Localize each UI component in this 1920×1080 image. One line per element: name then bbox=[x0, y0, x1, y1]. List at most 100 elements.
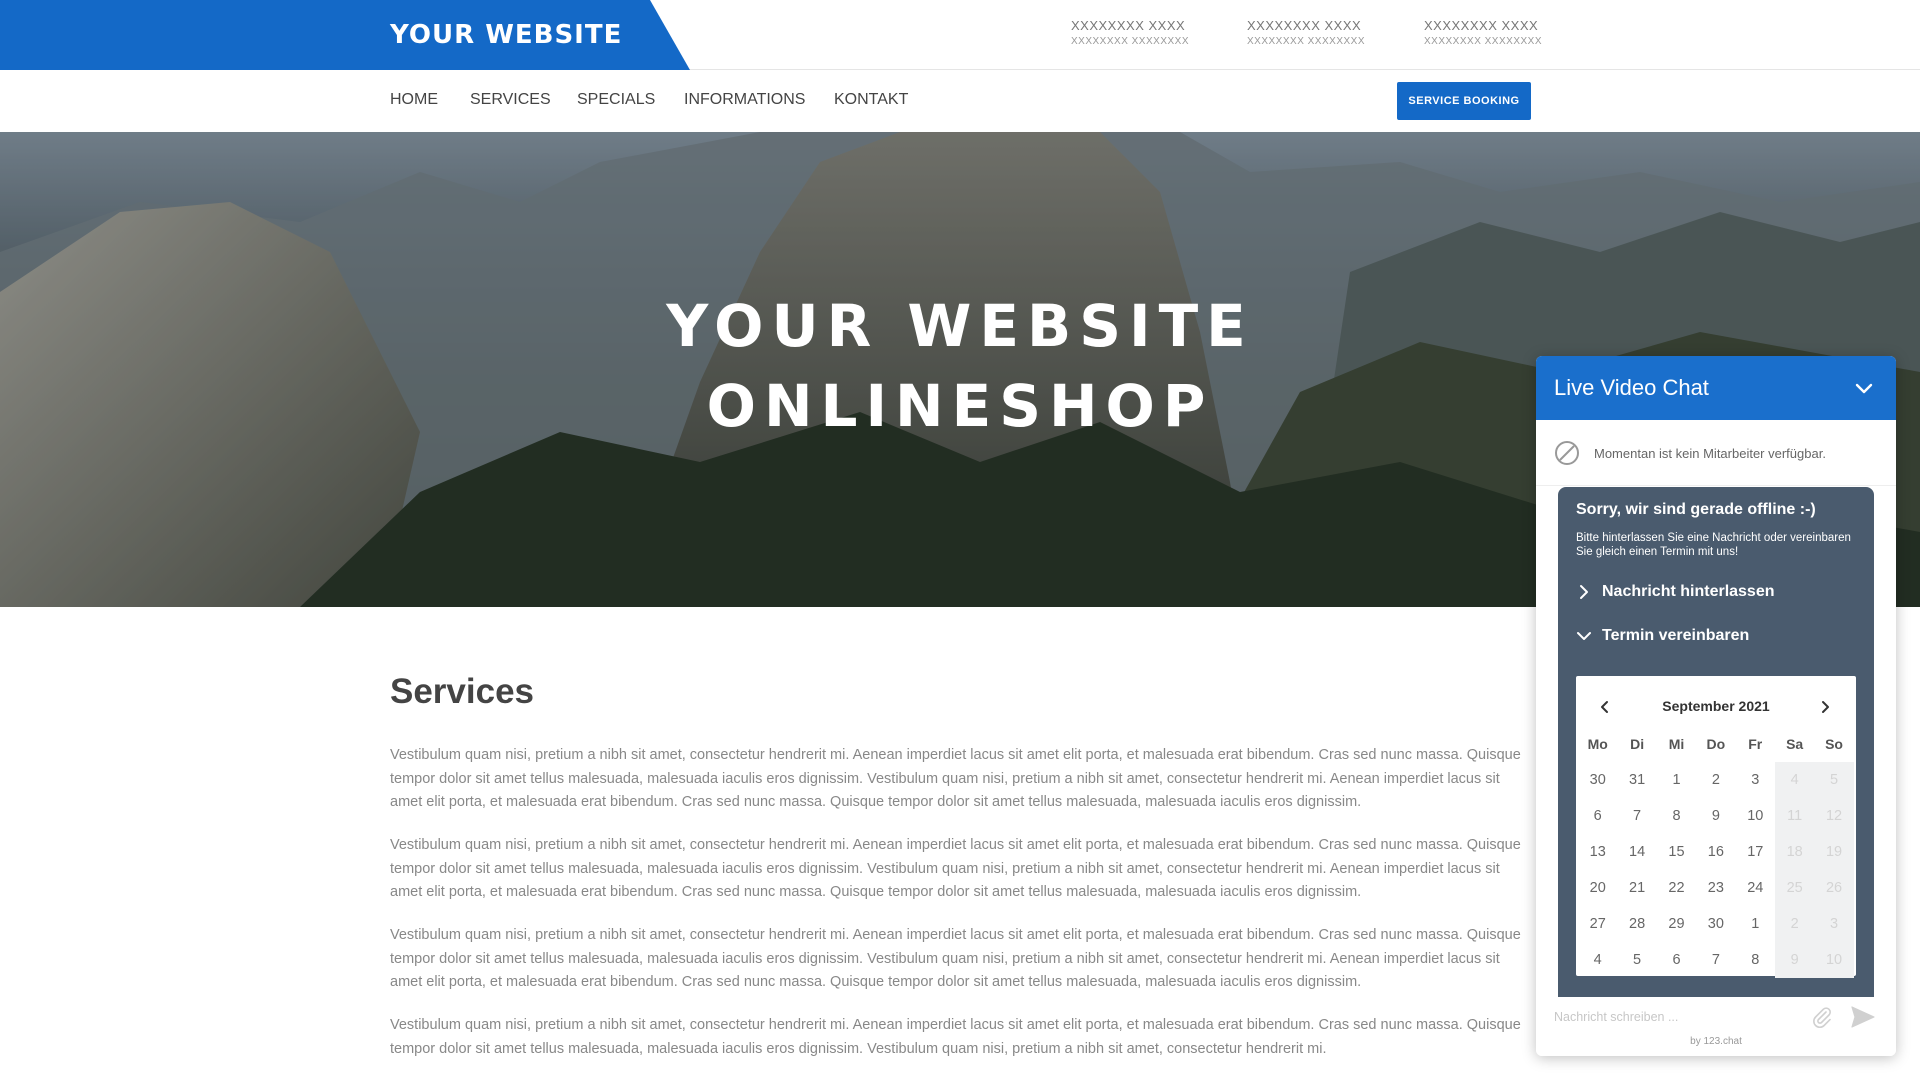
contact-title: XXXXXXXX XXXX bbox=[1247, 18, 1362, 33]
calendar-weekday: Mo bbox=[1587, 736, 1608, 752]
calendar-day[interactable]: 5 bbox=[1617, 942, 1656, 978]
calendar-day[interactable]: 22 bbox=[1657, 870, 1696, 906]
chat-title: Live Video Chat bbox=[1554, 375, 1709, 400]
agent-status-text: Momentan ist kein Mitarbeiter verfügbar. bbox=[1594, 446, 1826, 461]
unavailable-icon bbox=[1554, 440, 1580, 471]
message-input[interactable] bbox=[1554, 1005, 1784, 1029]
calendar-weekday: Di bbox=[1630, 736, 1645, 752]
calendar-day-disabled: 2 bbox=[1774, 906, 1815, 942]
chevron-down-icon[interactable] bbox=[1850, 374, 1878, 402]
offline-subtitle: Bitte hinterlassen Sie eine Nachricht od… bbox=[1576, 532, 1851, 558]
calendar-day[interactable]: 6 bbox=[1657, 942, 1696, 978]
calendar-day[interactable]: 14 bbox=[1617, 834, 1656, 870]
live-chat-widget: Live Video Chat Momentan ist kein Mitarb… bbox=[1536, 356, 1896, 1056]
calendar-day[interactable]: 7 bbox=[1696, 942, 1735, 978]
calendar-day[interactable]: 10 bbox=[1736, 798, 1775, 834]
nav-item-specials[interactable]: SPECIALS bbox=[577, 91, 655, 109]
calendar-day[interactable]: 7 bbox=[1617, 798, 1656, 834]
calendar-weekday: Fr bbox=[1748, 736, 1763, 752]
calendar-day-disabled: 18 bbox=[1774, 834, 1815, 870]
contact-subtitle: XXXXXXXX XXXXXXXX bbox=[1247, 36, 1365, 47]
calendar-week-row: 6 7 8 9 10 11 12 bbox=[1578, 798, 1854, 834]
calendar-day-disabled: 11 bbox=[1774, 798, 1815, 834]
calendar-day[interactable]: 6 bbox=[1578, 798, 1617, 834]
calendar-weekday: Sa bbox=[1786, 736, 1804, 752]
services-paragraph: Vestibulum quam nisi, pretium a nibh sit… bbox=[390, 837, 1521, 900]
chevron-left-icon[interactable] bbox=[1598, 700, 1612, 719]
calendar-day[interactable]: 8 bbox=[1736, 942, 1775, 978]
leave-message-label: Nachricht hinterlassen bbox=[1602, 583, 1775, 600]
services-paragraph: Vestibulum quam nisi, pretium a nibh sit… bbox=[390, 747, 1521, 810]
site-logo[interactable]: YOUR WEBSITE bbox=[390, 20, 622, 50]
nav-item-services[interactable]: SERVICES bbox=[470, 91, 551, 109]
calendar-day[interactable]: 21 bbox=[1617, 870, 1656, 906]
nav-item-informations[interactable]: INFORMATIONS bbox=[684, 91, 805, 109]
main-nav: HOME SERVICES SPECIALS INFORMATIONS KONT… bbox=[0, 70, 1920, 132]
calendar-day[interactable]: 13 bbox=[1578, 834, 1617, 870]
offline-title: Sorry, wir sind gerade offline :-) bbox=[1576, 501, 1816, 518]
calendar-day[interactable]: 28 bbox=[1617, 906, 1656, 942]
calendar-weekday-row: Mo Di Mi Do Fr Sa So bbox=[1578, 734, 1854, 762]
chevron-right-icon bbox=[1580, 585, 1588, 599]
calendar-day-disabled: 12 bbox=[1814, 798, 1854, 834]
chevron-right-icon[interactable] bbox=[1818, 700, 1832, 719]
calendar-week-row: 13 14 15 16 17 18 19 bbox=[1578, 834, 1854, 870]
calendar-day[interactable]: 3 bbox=[1736, 762, 1775, 798]
calendar-day-disabled: 19 bbox=[1814, 834, 1854, 870]
agent-status-row: Momentan ist kein Mitarbeiter verfügbar. bbox=[1536, 420, 1896, 486]
calendar-week-row: 30 31 1 2 3 4 5 bbox=[1578, 762, 1854, 798]
calendar-grid: Mo Di Mi Do Fr Sa So 30 31 1 2 3 4 5 6 7 8 9 10 11 12 13 14 15 1… bbox=[1578, 734, 1854, 978]
calendar-weekday: So bbox=[1825, 736, 1843, 752]
contact-subtitle: XXXXXXXX XXXXXXXX bbox=[1424, 36, 1542, 47]
calendar-week-row: 4 5 6 7 8 9 10 bbox=[1578, 942, 1854, 978]
calendar-day[interactable]: 1 bbox=[1657, 762, 1696, 798]
hero-title-line-1: YOUR WEBSITE bbox=[666, 292, 1254, 360]
calendar-day-disabled: 5 bbox=[1814, 762, 1854, 798]
calendar-day[interactable]: 30 bbox=[1696, 906, 1735, 942]
calendar-day-disabled: 3 bbox=[1814, 906, 1854, 942]
calendar-day[interactable]: 29 bbox=[1657, 906, 1696, 942]
contact-title: XXXXXXXX XXXX bbox=[1071, 18, 1186, 33]
contact-block-2: XXXXXXXX XXXX XXXXXXXX XXXXXXXX bbox=[1247, 18, 1397, 47]
calendar-day-disabled: 9 bbox=[1774, 942, 1815, 978]
paperclip-icon[interactable] bbox=[1810, 1005, 1834, 1034]
calendar-day[interactable]: 1 bbox=[1736, 906, 1775, 942]
contact-block-3: XXXXXXXX XXXX XXXXXXXX XXXXXXXX bbox=[1424, 18, 1574, 47]
send-icon[interactable] bbox=[1850, 1005, 1876, 1034]
calendar-week-row: 20 21 22 23 24 25 26 bbox=[1578, 870, 1854, 906]
chat-composer: by 123.chat bbox=[1536, 997, 1896, 1056]
calendar-day[interactable]: 30 bbox=[1578, 762, 1617, 798]
contact-title: XXXXXXXX XXXX bbox=[1424, 18, 1539, 33]
calendar-day[interactable]: 4 bbox=[1578, 942, 1617, 978]
calendar-day[interactable]: 27 bbox=[1578, 906, 1617, 942]
calendar-day[interactable]: 23 bbox=[1696, 870, 1735, 906]
services-paragraph: Vestibulum quam nisi, pretium a nibh sit… bbox=[390, 1017, 1521, 1057]
services-heading: Services bbox=[390, 672, 535, 711]
contact-subtitle: XXXXXXXX XXXXXXXX bbox=[1071, 36, 1189, 47]
powered-by-label: by 123.chat bbox=[1690, 1036, 1742, 1047]
calendar-day[interactable]: 16 bbox=[1696, 834, 1735, 870]
contact-block-1: XXXXXXXX XXXX XXXXXXXX XXXXXXXX bbox=[1071, 18, 1221, 47]
service-booking-button[interactable]: SERVICE BOOKING bbox=[1397, 82, 1531, 120]
calendar-day[interactable]: 2 bbox=[1696, 762, 1735, 798]
calendar-day-disabled: 10 bbox=[1814, 942, 1854, 978]
calendar-day[interactable]: 15 bbox=[1657, 834, 1696, 870]
chat-header[interactable]: Live Video Chat bbox=[1536, 356, 1896, 420]
calendar-day[interactable]: 17 bbox=[1736, 834, 1775, 870]
book-appointment-label: Termin vereinbaren bbox=[1602, 627, 1750, 644]
offline-panel: Sorry, wir sind gerade offline :-) Bitte… bbox=[1558, 487, 1874, 997]
calendar-day-disabled: 4 bbox=[1774, 762, 1815, 798]
calendar-day-disabled: 25 bbox=[1774, 870, 1815, 906]
calendar-month: September 2021 bbox=[1662, 698, 1770, 714]
top-header: YOUR WEBSITE XXXXXXXX XXXX XXXXXXXX XXXX… bbox=[0, 0, 1920, 70]
calendar-day[interactable]: 9 bbox=[1696, 798, 1735, 834]
calendar-day[interactable]: 24 bbox=[1736, 870, 1775, 906]
leave-message-option[interactable]: Nachricht hinterlassen bbox=[1576, 583, 1775, 601]
services-paragraph: Vestibulum quam nisi, pretium a nibh sit… bbox=[390, 927, 1521, 990]
calendar-day[interactable]: 20 bbox=[1578, 870, 1617, 906]
book-appointment-option[interactable]: Termin vereinbaren bbox=[1576, 627, 1749, 645]
nav-item-home[interactable]: HOME bbox=[390, 91, 438, 109]
calendar-day[interactable]: 31 bbox=[1617, 762, 1656, 798]
calendar-day[interactable]: 8 bbox=[1657, 798, 1696, 834]
nav-item-kontakt[interactable]: KONTAKT bbox=[834, 91, 908, 109]
